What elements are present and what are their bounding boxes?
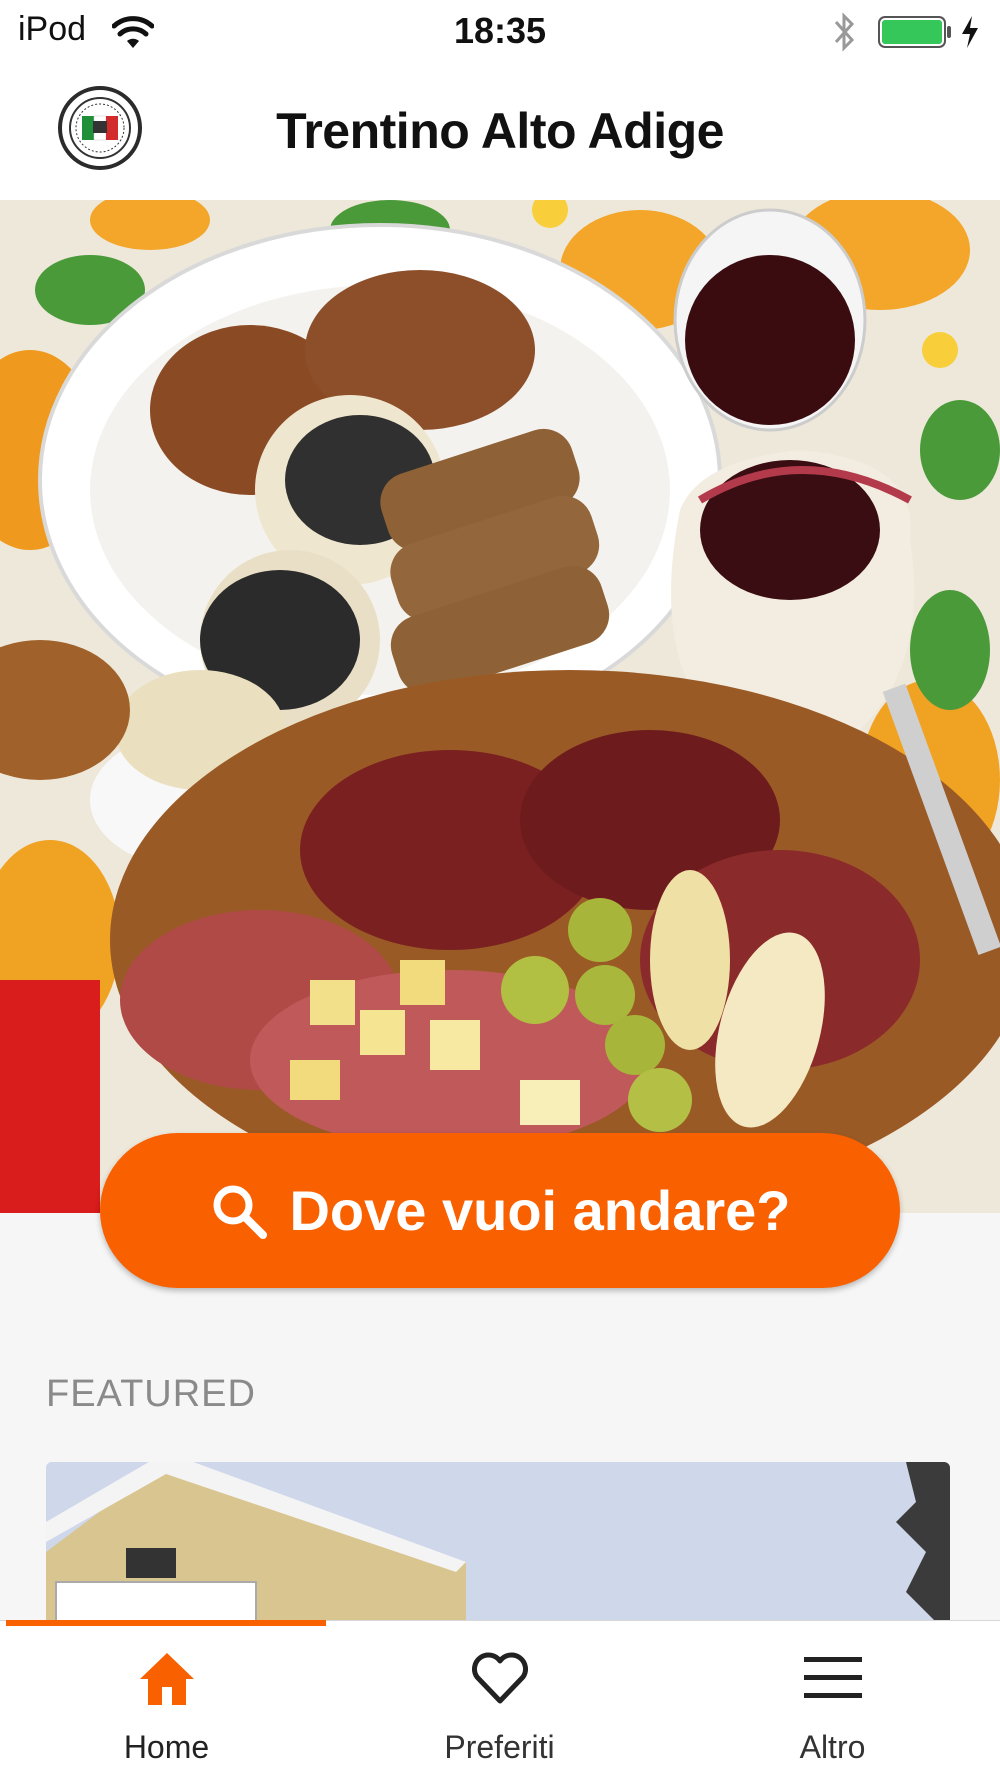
search-icon <box>213 1185 268 1239</box>
tab-bar: Home Preferiti Altro <box>0 1620 1000 1779</box>
tab-altro-label: Altro <box>799 1729 866 1765</box>
tab-altro[interactable]: Altro <box>666 1621 999 1779</box>
featured-card[interactable] <box>46 1462 950 1622</box>
featured-section-title: FEATURED <box>46 1373 256 1415</box>
tab-preferiti[interactable]: Preferiti <box>333 1621 666 1779</box>
charging-bolt-icon <box>962 16 978 48</box>
bluetooth-icon <box>834 12 855 52</box>
page-title: Trentino Alto Adige <box>276 103 724 159</box>
battery-icon <box>878 16 951 48</box>
tab-preferiti-label: Preferiti <box>444 1729 555 1765</box>
status-bar: iPod 18:35 <box>0 0 1000 64</box>
featured-card-image <box>46 1462 950 1622</box>
heart-icon <box>472 1652 528 1704</box>
header-bar: Trentino Alto Adige <box>0 64 1000 201</box>
search-button[interactable]: Dove vuoi andare? <box>100 1133 900 1288</box>
tab-home-label: Home <box>123 1729 210 1765</box>
search-label: Dove vuoi andare? <box>289 1179 791 1242</box>
hero-image <box>0 200 1000 1213</box>
menu-icon <box>804 1657 862 1698</box>
tab-home[interactable]: Home <box>0 1621 333 1779</box>
home-icon <box>140 1653 194 1705</box>
